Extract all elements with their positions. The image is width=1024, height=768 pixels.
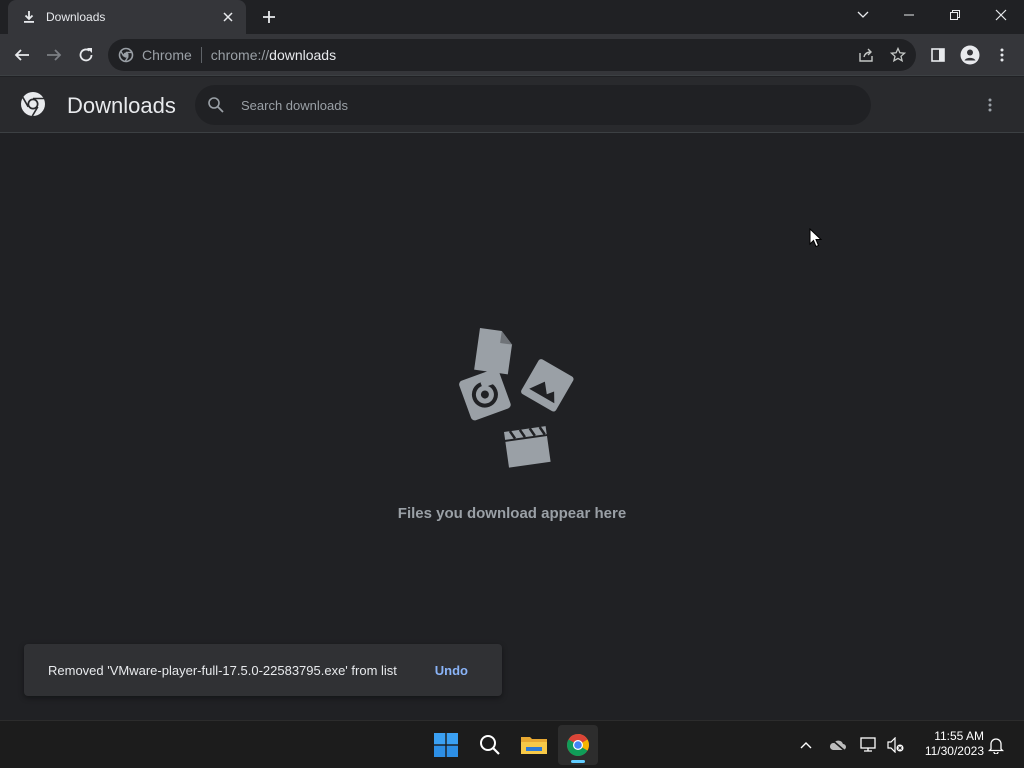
omnibox-actions [856,45,908,65]
minimize-button[interactable] [886,0,932,30]
clock-date: 11/30/2023 [924,744,984,758]
site-name: Chrome [142,47,192,63]
chevron-up-icon [800,742,812,749]
windows-start-icon [434,733,458,757]
chrome-logo-icon [21,92,45,117]
chrome-icon [567,734,589,756]
chrome-site-icon [118,47,134,63]
search-icon [208,97,224,113]
toast-message: Removed 'VMware-player-full-17.5.0-22583… [48,662,397,678]
omnibox-separator [200,47,202,63]
side-panel-button[interactable] [924,41,952,69]
side-panel-icon [931,48,945,62]
file-explorer-button[interactable] [514,725,554,765]
new-tab-button[interactable] [258,6,280,28]
network-icon [860,737,876,752]
tab-search-button[interactable] [840,0,886,30]
downloads-header: Downloads [0,77,1024,133]
network-button[interactable] [858,733,880,757]
document-icon [474,328,512,375]
start-button[interactable] [426,725,466,765]
arrow-left-icon [14,49,29,61]
page-title: Downloads [67,93,176,118]
removed-toast: Removed 'VMware-player-full-17.5.0-22583… [24,644,502,696]
tab-strip: Downloads [0,0,1024,34]
forward-button[interactable] [40,41,68,69]
back-button[interactable] [8,41,36,69]
tab-close-button[interactable] [220,9,236,25]
toolbar: Chrome chrome:// downloads [0,34,1024,76]
search-downloads [195,85,871,125]
chevron-down-icon [857,11,869,18]
taskbar: 11:55 AM 11/30/2023 [0,720,1024,768]
screen: Downloads Chrome chrome:// downloads Dow… [0,0,1024,768]
address-bar[interactable]: Chrome chrome:// downloads [108,39,916,71]
profile-icon [960,45,980,65]
share-button[interactable] [856,45,876,65]
show-hidden-icons-button[interactable] [795,733,817,757]
url-path: downloads [269,47,337,63]
url-scheme: chrome:// [210,47,270,63]
more-vertical-icon [988,98,992,112]
empty-state-message: Files you download appear here [397,505,627,522]
video-file-icon [504,426,551,468]
profile-button[interactable] [956,41,984,69]
folder-icon [521,737,547,754]
mouse-cursor-icon [809,228,823,248]
onedrive-button[interactable] [827,733,849,757]
restore-icon [950,10,960,20]
window-close-button[interactable] [978,0,1024,30]
search-icon [480,735,500,755]
taskbar-search-button[interactable] [470,725,510,765]
plus-icon [263,11,275,23]
notifications-button[interactable] [985,733,1007,757]
clock-time: 11:55 AM [934,729,984,743]
bookmark-button[interactable] [888,45,908,65]
chrome-file-icon [459,368,511,421]
restore-button[interactable] [932,0,978,30]
tab-title: Downloads [46,10,106,24]
tab-downloads[interactable]: Downloads [8,0,246,34]
minimize-icon [904,14,914,16]
empty-downloads-illustration [459,328,574,468]
arrow-right-icon [47,49,62,61]
star-icon [890,47,906,63]
cloud-off-icon [829,738,846,752]
share-icon [859,48,873,62]
more-vertical-icon [1000,48,1004,62]
close-icon [223,12,233,22]
active-app-indicator [571,760,585,763]
volume-muted-icon [887,737,904,753]
volume-button[interactable] [885,733,907,757]
chrome-menu-button[interactable] [988,41,1016,69]
download-icon [24,11,34,23]
reload-button[interactable] [72,41,100,69]
image-file-icon [521,359,574,412]
close-icon [995,9,1007,21]
undo-button[interactable]: Undo [425,657,478,684]
downloads-menu-button[interactable] [978,93,1002,117]
search-input[interactable] [241,97,841,113]
system-clock[interactable]: 11:55 AM 11/30/2023 [914,729,984,759]
bell-icon [988,738,1004,754]
reload-icon [79,48,93,62]
chrome-taskbar-button[interactable] [558,725,598,765]
